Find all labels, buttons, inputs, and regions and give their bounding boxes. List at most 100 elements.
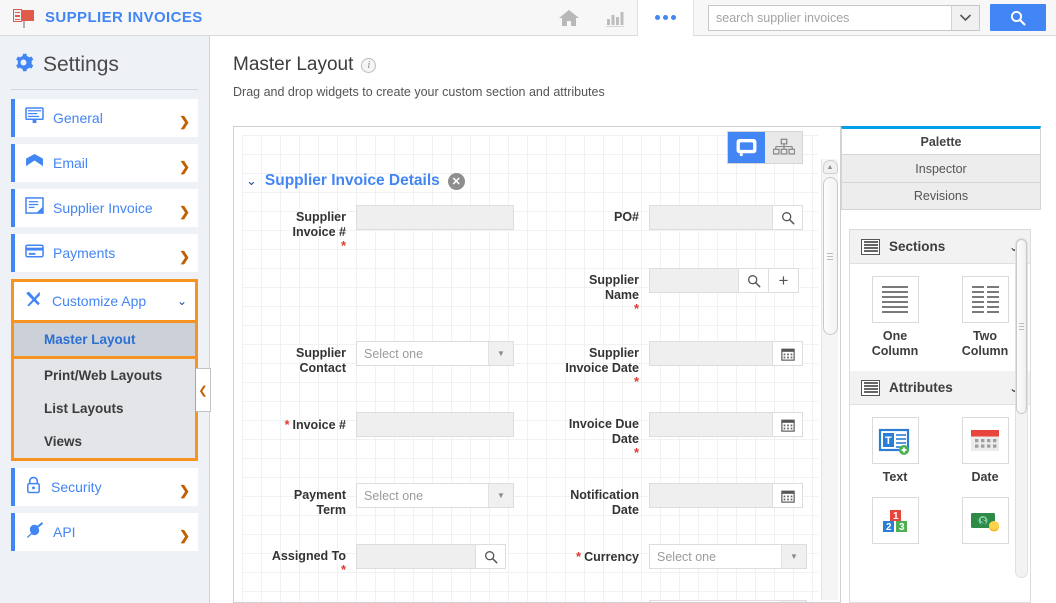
field-label: Invoice Due Date *	[527, 412, 639, 459]
sidebar-item-email[interactable]: Email ❯	[11, 144, 198, 182]
select-placeholder: Select one	[364, 346, 424, 361]
text-input[interactable]	[649, 341, 773, 366]
scroll-up-icon[interactable]: ▲	[822, 160, 838, 174]
form-row: Payment Term Select one ▼ Notification Dat…	[234, 483, 820, 518]
calendar-icon[interactable]	[773, 412, 803, 437]
close-icon[interactable]: ✕	[447, 172, 465, 190]
add-icon[interactable]: +	[769, 268, 799, 293]
select-input[interactable]: Select one ▼	[649, 544, 807, 569]
canvas-scrollbar[interactable]: ▲	[821, 159, 838, 600]
gear-icon	[13, 52, 34, 78]
select-input[interactable]: Select one ▼	[356, 483, 514, 508]
layout-canvas[interactable]: ⌄ Supplier Invoice Details ✕ Supplier Inv…	[233, 126, 841, 603]
page-subtitle: Drag and drop widgets to create your cus…	[233, 85, 605, 99]
section-header[interactable]: ⌄ Supplier Invoice Details ✕	[246, 172, 465, 190]
tab-inspector[interactable]: Inspector	[841, 154, 1041, 182]
search-button[interactable]	[990, 4, 1046, 31]
sidebar-item-label: Security	[51, 478, 102, 495]
chevron-down-icon[interactable]: ⌄	[246, 173, 257, 189]
home-icon[interactable]	[546, 0, 592, 36]
sidebar-subitem-list-layouts[interactable]: List Layouts	[14, 392, 195, 425]
right-panel: Palette Inspector Revisions Sections ⌄ O…	[841, 126, 1056, 603]
customize-app-group: Customize App ⌄	[11, 279, 198, 323]
sidebar-item-payments[interactable]: Payments ❯	[11, 234, 198, 272]
app-brand[interactable]: SUPPLIER INVOICES	[0, 7, 203, 29]
text-input[interactable]	[356, 412, 514, 437]
field-control	[649, 412, 803, 437]
sections-widgets: One Column Two Column	[850, 264, 1030, 371]
field-supplier-invoice-number[interactable]: Supplier Invoice # *	[234, 205, 527, 252]
text-input[interactable]	[649, 412, 773, 437]
field-currency[interactable]: * Currency Select one ▼	[527, 544, 820, 574]
svg-text:T: T	[885, 435, 892, 447]
required-marker: *	[576, 549, 582, 564]
tab-revisions[interactable]: Revisions	[841, 182, 1041, 210]
field-label: Notification Date	[570, 488, 639, 517]
monitor-icon	[25, 107, 44, 129]
text-input[interactable]	[649, 483, 773, 508]
form-row: Supplier Invoice # * PO#	[234, 205, 820, 252]
settings-sidebar: Settings General ❯ Email ❯ Supplier Invo…	[0, 36, 210, 603]
bar-chart-icon[interactable]	[592, 0, 638, 36]
sidebar-subitem-master-layout[interactable]: Master Layout	[14, 323, 195, 359]
sidebar-item-supplier-invoice[interactable]: Supplier Invoice ❯	[11, 189, 198, 227]
money-icon: $	[961, 497, 1009, 544]
field-supplier-invoice-date[interactable]: Supplier Invoice Date *	[527, 341, 820, 388]
app-title: SUPPLIER INVOICES	[45, 9, 203, 26]
tab-palette[interactable]: Palette	[841, 126, 1041, 154]
sidebar-item-security[interactable]: Security ❯	[11, 468, 198, 506]
widget-number[interactable]: 1 2 3	[850, 497, 940, 550]
search-icon[interactable]	[476, 544, 506, 569]
search-input[interactable]	[709, 5, 951, 30]
more-dots-icon[interactable]	[638, 0, 694, 36]
palette-group-sections[interactable]: Sections ⌄	[850, 230, 1030, 264]
select-input[interactable]: Select one ▼	[356, 341, 514, 366]
chevron-down-icon[interactable]: ▼	[781, 545, 806, 568]
svg-text:1: 1	[893, 511, 899, 522]
search-box[interactable]	[708, 4, 980, 31]
field-payment-term[interactable]: Payment Term Select one ▼	[234, 483, 527, 518]
widget-one-column[interactable]: One Column	[850, 276, 940, 359]
palette-scrollbar[interactable]	[1015, 238, 1028, 578]
calendar-icon[interactable]	[773, 483, 803, 508]
text-input[interactable]	[356, 544, 476, 569]
text-input[interactable]	[356, 205, 514, 230]
field-supplier-name[interactable]: Supplier Name * +	[527, 268, 820, 315]
field-invoice-number[interactable]: * Invoice #	[234, 412, 527, 457]
monitor-icon	[736, 138, 757, 156]
field-notification-date[interactable]: Notification Date	[527, 483, 820, 518]
search-icon[interactable]	[739, 268, 769, 293]
chevron-down-icon[interactable]	[951, 5, 979, 30]
sidebar-item-api[interactable]: API ❯	[11, 513, 198, 551]
chevron-down-icon[interactable]: ▼	[488, 342, 513, 365]
top-actions	[546, 0, 1056, 36]
top-bar: SUPPLIER INVOICES	[0, 0, 1056, 36]
field-invoice-due-date[interactable]: Invoice Due Date *	[527, 412, 820, 459]
widget-text[interactable]: T Text	[850, 417, 940, 485]
field-label: Supplier Invoice Date *	[527, 341, 639, 388]
calendar-icon[interactable]	[773, 341, 803, 366]
customize-app-submenu: Master Layout Print/Web Layouts List Lay…	[11, 323, 198, 461]
sidebar-item-general[interactable]: General ❯	[11, 99, 198, 137]
tree-view-button[interactable]	[765, 132, 802, 163]
palette-scroll-thumb[interactable]	[1016, 239, 1027, 414]
chevron-down-icon[interactable]: ▼	[488, 484, 513, 507]
sidebar-item-customize-app[interactable]: Customize App ⌄	[14, 282, 195, 320]
desktop-view-button[interactable]	[728, 132, 765, 163]
canvas-scroll-thumb[interactable]	[822, 177, 838, 335]
info-icon[interactable]: i	[361, 57, 377, 73]
text-input[interactable]	[649, 205, 773, 230]
text-input[interactable]	[649, 268, 739, 293]
chevron-right-icon: ❯	[179, 249, 190, 264]
sidebar-subitem-views[interactable]: Views	[14, 425, 195, 458]
attributes-widgets: T Text Date 1 2 3 $	[850, 405, 1030, 562]
field-supplier-contact[interactable]: Supplier Contact Select one ▼	[234, 341, 527, 386]
sidebar-collapse-handle[interactable]: ❮	[196, 368, 211, 412]
field-control	[649, 205, 803, 230]
field-assigned-to[interactable]: Assigned To *	[234, 544, 527, 576]
sidebar-subitem-print-web-layouts[interactable]: Print/Web Layouts	[14, 359, 195, 392]
search-icon[interactable]	[773, 205, 803, 230]
field-po-number[interactable]: PO#	[527, 205, 820, 250]
svg-text:2: 2	[886, 522, 892, 533]
palette-group-attributes[interactable]: Attributes ⌄	[850, 371, 1030, 405]
